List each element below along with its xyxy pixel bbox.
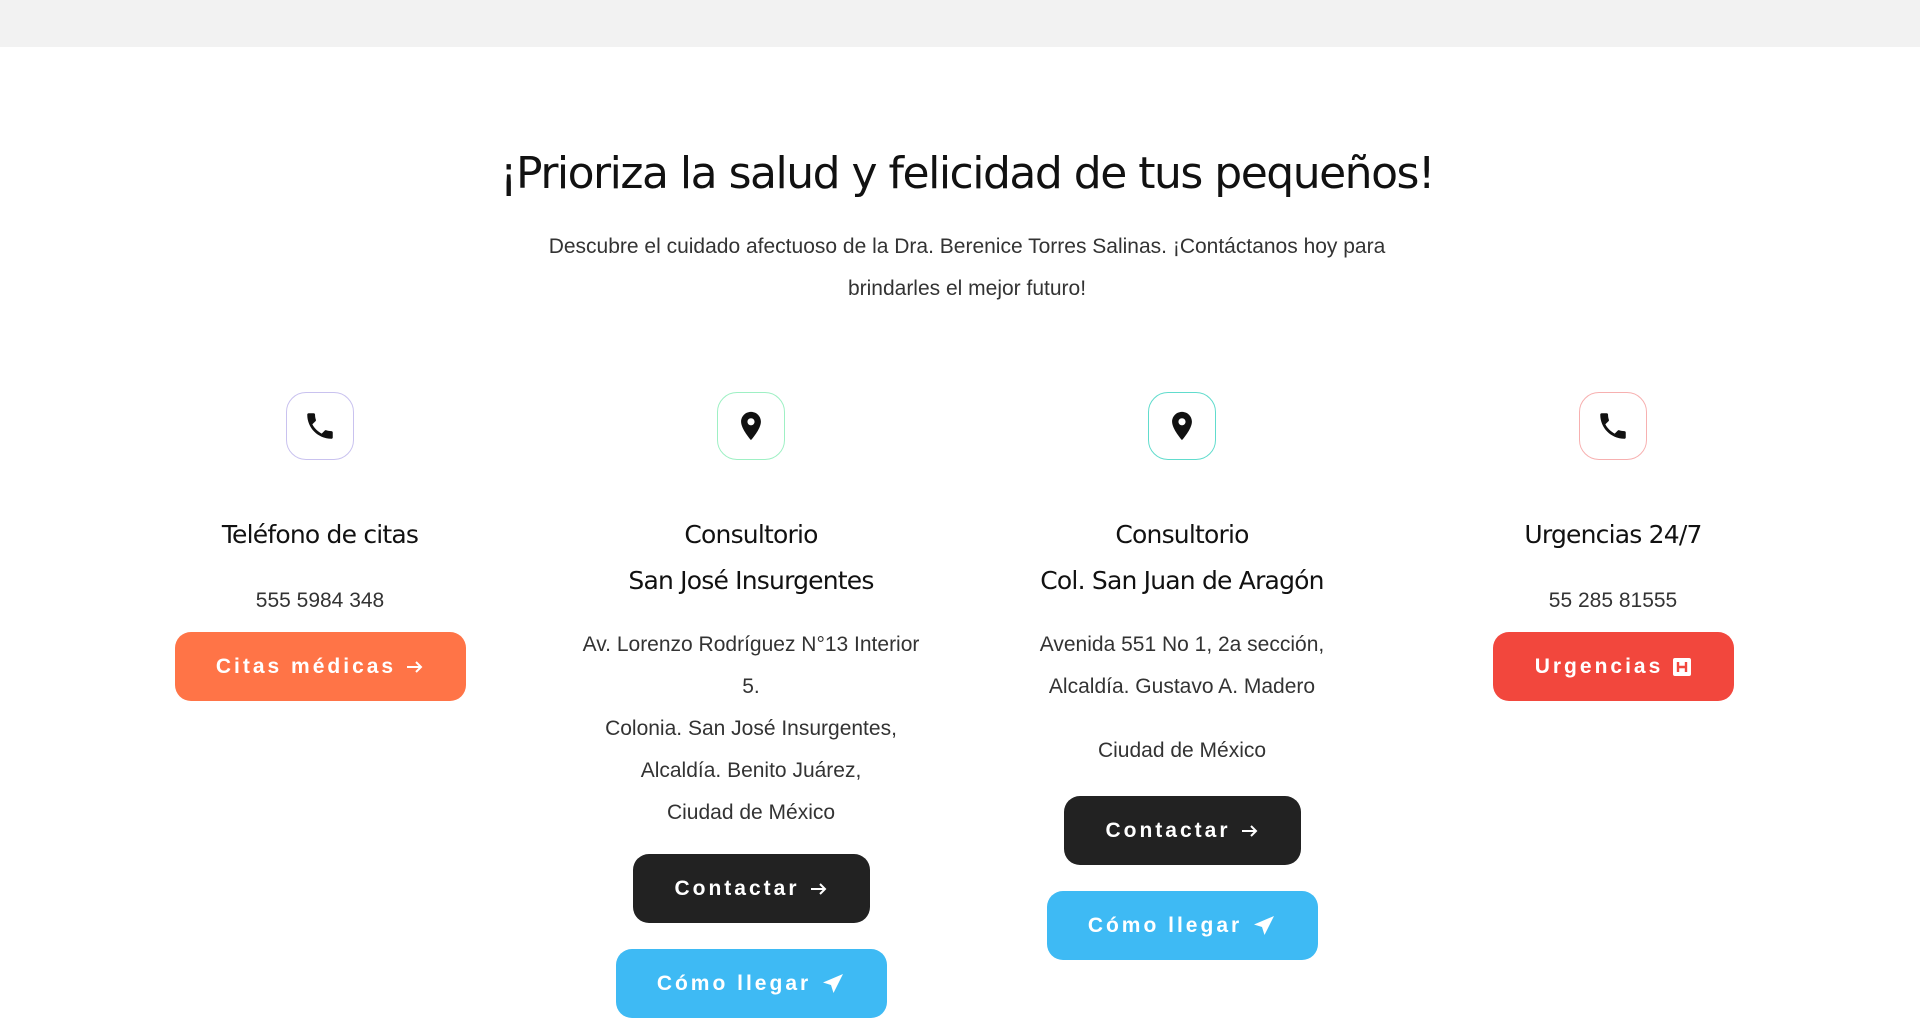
column-title-line: San José Insurgentes bbox=[628, 566, 874, 595]
directions-button[interactable]: Cómo llegar bbox=[1046, 891, 1318, 960]
button-label: Urgencias bbox=[1534, 654, 1664, 678]
contact-button[interactable]: Contactar bbox=[1063, 796, 1301, 865]
column-title: Urgencias 24/7 bbox=[1524, 512, 1702, 558]
emergencies-button[interactable]: Urgencias bbox=[1492, 632, 1734, 701]
column-title-line: Consultorio bbox=[1115, 520, 1249, 549]
directions-button[interactable]: Cómo llegar bbox=[615, 949, 887, 1018]
column-address: Av. Lorenzo Rodríguez N°13 Interior 5. C… bbox=[583, 624, 920, 834]
location-pin-icon bbox=[717, 392, 785, 460]
page-subtitle: Descubre el cuidado afectuoso de la Dra.… bbox=[500, 226, 1434, 310]
address-line: Colonia. San José Insurgentes, bbox=[605, 717, 897, 740]
button-label: Contactar bbox=[1105, 818, 1231, 842]
contact-column-san-juan-aragon: Consultorio Col. San Juan de Aragón Aven… bbox=[1000, 392, 1364, 960]
column-title-line: Consultorio bbox=[684, 520, 818, 549]
column-title: Teléfono de citas bbox=[221, 512, 419, 558]
top-bar bbox=[0, 0, 1920, 47]
address-line: Avenida 551 No 1, 2a sección, bbox=[1039, 633, 1325, 656]
column-info: 55 285 81555 bbox=[1549, 580, 1677, 622]
column-city: Ciudad de México bbox=[1098, 730, 1266, 772]
phone-number: 55 285 81555 bbox=[1548, 589, 1678, 612]
paper-plane-icon bbox=[821, 972, 845, 996]
location-pin-icon bbox=[1148, 392, 1216, 460]
button-label: Citas médicas bbox=[215, 654, 397, 678]
button-label: Cómo llegar bbox=[1087, 913, 1243, 937]
contact-column-appointments: Teléfono de citas 555 5984 348 Citas méd… bbox=[170, 392, 470, 701]
button-label: Contactar bbox=[674, 876, 800, 900]
column-title-line: Teléfono de citas bbox=[221, 520, 419, 549]
address-line: Ciudad de México bbox=[666, 801, 836, 824]
page-title: ¡Prioriza la salud y felicidad de tus pe… bbox=[499, 148, 1436, 199]
button-label: Cómo llegar bbox=[656, 971, 812, 995]
contact-column-emergencies: Urgencias 24/7 55 285 81555 Urgencias bbox=[1463, 392, 1763, 701]
arrow-right-icon bbox=[810, 882, 828, 896]
contact-button[interactable]: Contactar bbox=[632, 854, 870, 923]
arrow-right-icon bbox=[406, 660, 424, 674]
column-title-line: Urgencias 24/7 bbox=[1524, 520, 1702, 549]
address-line: Alcaldía. Gustavo A. Madero bbox=[1048, 675, 1316, 698]
address-line: Ciudad de México bbox=[1097, 739, 1267, 762]
column-address: Avenida 551 No 1, 2a sección, Alcaldía. … bbox=[1040, 624, 1324, 708]
column-title: Consultorio Col. San Juan de Aragón bbox=[1040, 512, 1324, 604]
phone-number: 555 5984 348 bbox=[255, 589, 385, 612]
paper-plane-icon bbox=[1252, 914, 1276, 938]
phone-icon bbox=[1579, 392, 1647, 460]
column-title-line: Col. San Juan de Aragón bbox=[1040, 566, 1324, 595]
address-line: Alcaldía. Benito Juárez, bbox=[640, 759, 862, 782]
column-info: 555 5984 348 bbox=[256, 580, 384, 622]
phone-icon bbox=[286, 392, 354, 460]
address-line: 5. bbox=[742, 675, 760, 698]
appointments-button[interactable]: Citas médicas bbox=[174, 632, 466, 701]
hospital-h-icon bbox=[1673, 657, 1692, 676]
address-line: Av. Lorenzo Rodríguez N°13 Interior bbox=[582, 633, 920, 656]
arrow-right-icon bbox=[1241, 824, 1259, 838]
contact-column-san-jose: Consultorio San José Insurgentes Av. Lor… bbox=[551, 392, 951, 1018]
column-title: Consultorio San José Insurgentes bbox=[628, 512, 874, 604]
subtitle-line-1: Descubre el cuidado afectuoso de la Dra.… bbox=[548, 235, 1386, 258]
subtitle-line-2: brindarles el mejor futuro! bbox=[847, 277, 1087, 300]
